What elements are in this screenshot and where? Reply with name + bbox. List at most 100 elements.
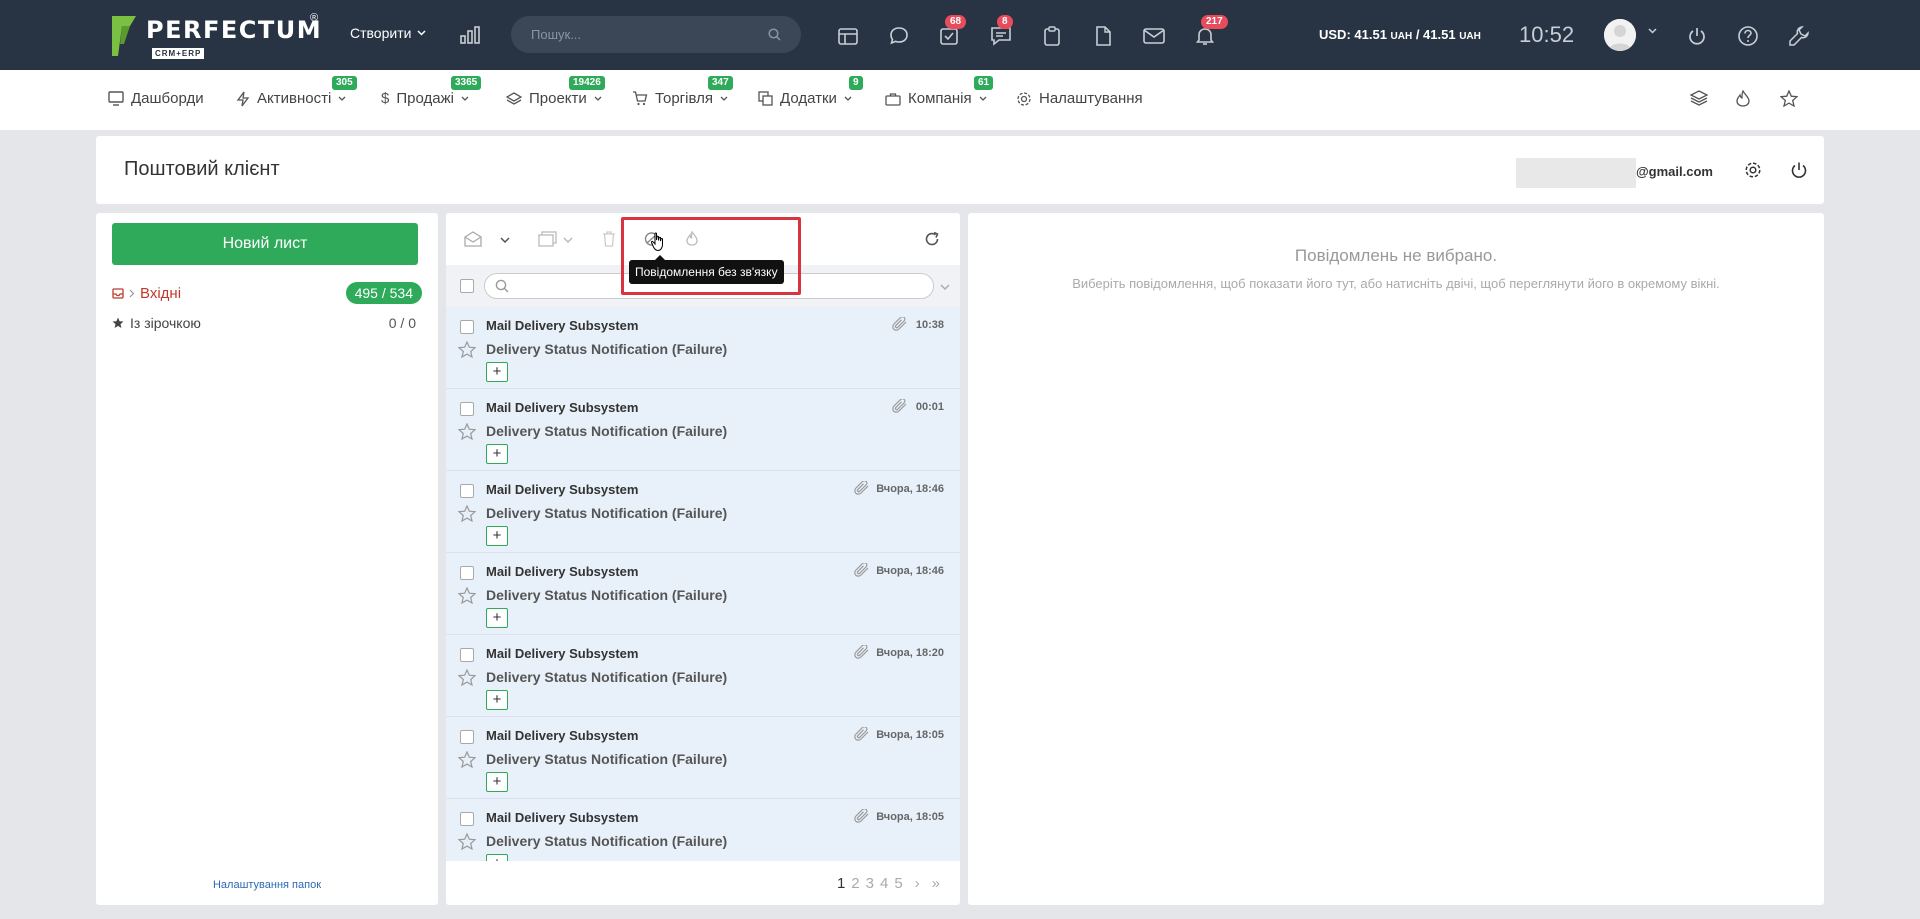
add-link-button[interactable]: + — [486, 444, 508, 464]
message-row[interactable]: Mail Delivery Subsystem Delivery Status … — [446, 799, 960, 861]
gear-icon[interactable] — [1744, 161, 1762, 179]
nav-projects[interactable]: Проекти 19426 — [506, 76, 605, 107]
add-link-button[interactable]: + — [486, 772, 508, 792]
message-row[interactable]: Mail Delivery Subsystem Delivery Status … — [446, 471, 960, 553]
chevron-down-icon[interactable] — [500, 237, 510, 243]
chevron-down-icon[interactable] — [563, 237, 573, 243]
trash-icon[interactable] — [602, 231, 616, 247]
star-icon[interactable] — [458, 341, 476, 358]
star-icon[interactable] — [458, 423, 476, 440]
search-icon[interactable] — [768, 28, 781, 41]
select-all-checkbox[interactable] — [460, 279, 474, 293]
star-icon[interactable] — [458, 505, 476, 522]
nav-addons[interactable]: Додатки 9 — [758, 76, 863, 107]
chevron-down-icon[interactable] — [1648, 28, 1657, 34]
global-search[interactable] — [511, 16, 801, 53]
message-checkbox[interactable] — [460, 320, 474, 334]
message-checkbox[interactable] — [460, 566, 474, 580]
nav-label: Проекти — [529, 90, 587, 107]
nav-activities[interactable]: Активності 305 — [236, 76, 357, 107]
refresh-icon[interactable] — [924, 231, 940, 247]
message-sender: Mail Delivery Subsystem — [486, 482, 639, 497]
currency-prefix: USD: 41.51 — [1319, 27, 1391, 42]
paperclip-icon — [892, 317, 907, 331]
star-icon[interactable] — [458, 751, 476, 768]
message-checkbox[interactable] — [460, 648, 474, 662]
message-sender: Mail Delivery Subsystem — [486, 400, 639, 415]
empty-state-hint: Виберіть повідомлення, щоб показати його… — [1072, 276, 1720, 291]
page-title: Поштовий клієнт — [124, 158, 280, 180]
page-link[interactable]: 4 — [880, 875, 888, 892]
message-subject: Delivery Status Notification (Failure) — [486, 833, 728, 849]
global-search-input[interactable] — [531, 27, 761, 42]
last-page-button[interactable]: » — [932, 875, 940, 892]
monitor-icon — [108, 91, 124, 106]
folder-settings-link[interactable]: Налаштування папок — [96, 879, 438, 891]
nav-label: Додатки — [780, 90, 837, 107]
folder-starred[interactable]: Із зірочкою 0 / 0 — [112, 315, 422, 331]
star-icon[interactable] — [458, 669, 476, 686]
page-link[interactable]: 5 — [894, 875, 902, 892]
help-icon[interactable] — [1736, 24, 1760, 48]
star-icon[interactable] — [1780, 90, 1798, 107]
messages-icon[interactable]: 8 — [989, 15, 1013, 48]
folder-label: Із зірочкою — [130, 315, 201, 331]
chevron-down-icon — [844, 96, 852, 101]
nav-company[interactable]: Компанія 61 — [885, 76, 994, 107]
nav-dashboards[interactable]: Дашборди — [108, 90, 204, 107]
paperclip-icon — [854, 563, 869, 577]
add-link-button[interactable]: + — [486, 362, 508, 382]
message-list: Mail Delivery Subsystem Delivery Status … — [446, 307, 960, 861]
star-icon[interactable] — [458, 833, 476, 850]
nav-trade[interactable]: Торгівля 347 — [632, 76, 733, 107]
wrench-icon[interactable] — [1787, 24, 1811, 48]
message-row[interactable]: Mail Delivery Subsystem Delivery Status … — [446, 635, 960, 717]
clipboard-icon[interactable] — [1040, 24, 1064, 48]
folder-inbox[interactable]: Вхідні 495 / 534 — [112, 282, 422, 304]
message-checkbox[interactable] — [460, 484, 474, 498]
folder-label: Вхідні — [140, 284, 182, 302]
fire-icon[interactable] — [1736, 90, 1750, 107]
message-row[interactable]: Mail Delivery Subsystem Delivery Status … — [446, 389, 960, 471]
tasks-icon[interactable]: 68 — [937, 15, 967, 48]
message-row[interactable]: Mail Delivery Subsystem Delivery Status … — [446, 307, 960, 389]
add-link-button[interactable]: + — [486, 690, 508, 710]
move-folder-icon[interactable] — [538, 231, 557, 247]
add-link-button[interactable]: + — [486, 526, 508, 546]
message-checkbox[interactable] — [460, 730, 474, 744]
message-checkbox[interactable] — [460, 402, 474, 416]
avatar[interactable] — [1604, 19, 1636, 51]
add-link-button[interactable]: + — [486, 854, 508, 861]
bar-chart-icon[interactable] — [460, 26, 480, 44]
chat-bubble-icon[interactable] — [887, 24, 911, 48]
layers-icon[interactable] — [1690, 90, 1708, 106]
bell-icon[interactable]: 217 — [1193, 15, 1228, 48]
create-menu-button[interactable]: Створити — [350, 25, 426, 41]
message-row[interactable]: Mail Delivery Subsystem Delivery Status … — [446, 553, 960, 635]
new-mail-button[interactable]: Новий лист — [112, 223, 418, 265]
nav-badge: 305 — [332, 76, 357, 90]
chevron-down-icon — [720, 96, 728, 101]
document-icon[interactable] — [1091, 24, 1115, 48]
message-checkbox[interactable] — [460, 812, 474, 826]
star-icon[interactable] — [458, 587, 476, 604]
dollar-icon: $ — [381, 90, 390, 107]
next-page-button[interactable]: › — [915, 875, 920, 892]
logo[interactable]: PERFECTUM ® CRM+ERP — [110, 12, 322, 59]
power-icon[interactable] — [1790, 161, 1808, 179]
chevron-right-icon[interactable] — [129, 289, 135, 298]
currency-mid: / 41.51 — [1412, 27, 1460, 42]
message-subject: Delivery Status Notification (Failure) — [486, 423, 728, 439]
mail-icon[interactable] — [1142, 24, 1166, 48]
message-row[interactable]: Mail Delivery Subsystem Delivery Status … — [446, 717, 960, 799]
calendar-icon[interactable] — [836, 24, 860, 48]
envelope-open-icon[interactable] — [464, 231, 482, 247]
add-link-button[interactable]: + — [486, 608, 508, 628]
nav-sales[interactable]: $ Продажі 3365 — [381, 76, 482, 107]
power-icon[interactable] — [1685, 24, 1709, 48]
nav-settings[interactable]: Налаштування — [1016, 90, 1143, 107]
chevron-down-icon[interactable] — [940, 284, 950, 290]
page-link[interactable]: 2 — [851, 875, 859, 892]
page-link[interactable]: 1 — [837, 875, 845, 892]
page-link[interactable]: 3 — [866, 875, 874, 892]
